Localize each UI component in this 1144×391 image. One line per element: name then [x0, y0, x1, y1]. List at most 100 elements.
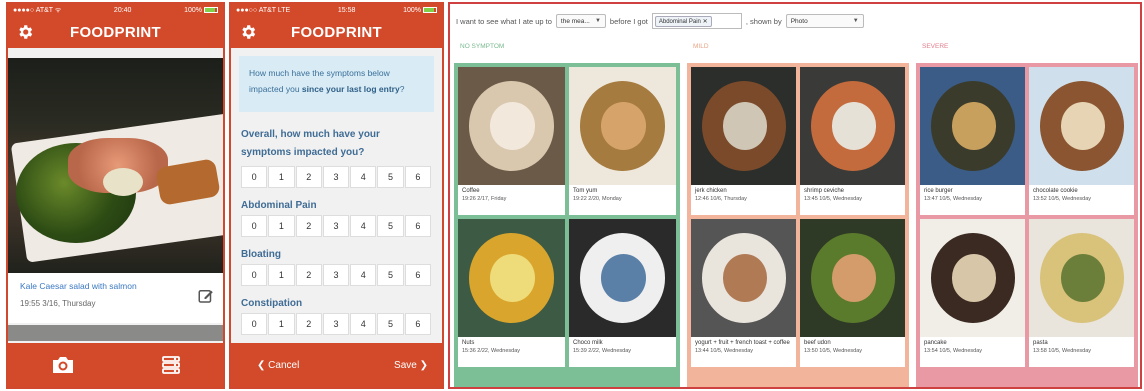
gear-icon[interactable]	[16, 23, 34, 41]
food-time: 13:47 10/5, Wednesday	[924, 196, 982, 202]
scale-option-1[interactable]: 1	[268, 215, 295, 237]
app-title: FOODPRINT	[69, 23, 162, 41]
food-card[interactable]: jerk chicken 12:46 10/6, Thursday	[691, 67, 796, 215]
app-header: FOODPRINT	[231, 16, 442, 48]
food-time: 13:45 10/5, Wednesday	[804, 196, 862, 202]
food-thumbnail[interactable]	[1029, 67, 1134, 185]
entry-name: Kale Caesar salad with salmon	[20, 281, 137, 291]
bottom-actions: ❮ Cancel Save ❯	[231, 343, 442, 387]
food-card[interactable]: pasta 13:58 10/5, Wednesday	[1029, 219, 1134, 367]
food-card[interactable]: chocolate cookie 13:52 10/5, Wednesday	[1029, 67, 1134, 215]
scale-option-6[interactable]: 6	[404, 215, 431, 237]
food-card[interactable]: beef udon 13:50 10/5, Wednesday	[800, 219, 905, 367]
scale-option-3[interactable]: 3	[322, 166, 350, 188]
food-thumbnail[interactable]	[569, 67, 676, 185]
scale-option-5[interactable]: 5	[377, 215, 404, 237]
food-time: 19:26 2/17, Friday	[462, 196, 507, 202]
food-card[interactable]: Coffee 19:26 2/17, Friday	[458, 67, 565, 215]
edit-icon[interactable]	[197, 287, 215, 305]
camera-icon[interactable]	[50, 354, 76, 376]
scale-option-3[interactable]: 3	[322, 313, 350, 335]
constipation-scale: 0123456	[241, 313, 432, 335]
food-thumbnail[interactable]	[569, 219, 676, 337]
food-name: jerk chicken	[695, 188, 727, 194]
scale-option-6[interactable]: 6	[404, 264, 431, 286]
food-name: rice burger	[924, 188, 953, 194]
food-name: shrimp ceviche	[804, 188, 845, 194]
food-caption: chocolate cookie 13:52 10/5, Wednesday	[1029, 185, 1134, 215]
food-time: 13:50 10/5, Wednesday	[804, 348, 862, 354]
scale-option-1[interactable]: 1	[268, 313, 295, 335]
scale-option-0[interactable]: 0	[241, 264, 268, 286]
food-thumbnail[interactable]	[458, 219, 565, 337]
food-name: pasta	[1033, 340, 1048, 346]
status-battery: 100%	[403, 7, 437, 14]
scale-option-2[interactable]: 2	[295, 215, 322, 237]
scale-option-3[interactable]: 3	[322, 264, 350, 286]
close-icon[interactable]: ✕	[703, 19, 708, 25]
food-thumbnail[interactable]	[800, 219, 905, 337]
meal-range-select[interactable]: the mea... ▼	[555, 14, 606, 28]
food-time: 19:22 2/20, Monday	[573, 196, 622, 202]
food-entry-card[interactable]: Kale Caesar salad with salmon 19:55 3/16…	[8, 273, 223, 323]
food-time: 13:44 10/5, Wednesday	[695, 348, 753, 354]
scale-option-5[interactable]: 5	[377, 166, 404, 188]
food-thumbnail[interactable]	[920, 67, 1025, 185]
column-frame: Coffee 19:26 2/17, Friday Tom yum 19:22 2/2…	[454, 63, 680, 387]
scale-option-0[interactable]: 0	[241, 313, 268, 335]
food-time: 12:46 10/6, Thursday	[695, 196, 747, 202]
scale-option-1[interactable]: 1	[268, 166, 295, 188]
food-thumbnail[interactable]	[691, 219, 796, 337]
food-name: pancake	[924, 340, 947, 346]
food-thumbnail[interactable]	[800, 67, 905, 185]
divider-strip	[8, 325, 223, 341]
food-card[interactable]: Tom yum 19:22 2/20, Monday	[569, 67, 676, 215]
filter-text-1: I want to see what I ate up to	[456, 16, 552, 26]
food-name: chocolate cookie	[1033, 188, 1078, 194]
food-card[interactable]: yogurt + fruit + french toast + coffee 13…	[691, 219, 796, 367]
status-battery: 100%	[184, 7, 218, 14]
display-mode-select[interactable]: Photo ▼	[785, 14, 864, 28]
scale-option-4[interactable]: 4	[350, 166, 377, 188]
food-thumbnail[interactable]	[920, 219, 1025, 337]
scale-option-4[interactable]: 4	[350, 264, 377, 286]
question-prompt: How much have the symptoms below impacte…	[239, 56, 434, 112]
column-label: SEVERE	[922, 43, 949, 50]
scale-option-3[interactable]: 3	[322, 215, 350, 237]
save-button[interactable]: Save ❯	[394, 360, 428, 371]
food-card[interactable]: Choco milk 15:39 2/22, Wednesday	[569, 219, 676, 367]
list-icon[interactable]	[161, 355, 181, 375]
question-suffix: ?	[399, 84, 405, 94]
food-card[interactable]: rice burger 13:47 10/5, Wednesday	[920, 67, 1025, 215]
scale-option-0[interactable]: 0	[241, 166, 268, 188]
scale-option-2[interactable]: 2	[295, 264, 322, 286]
filter-sentence: I want to see what I ate up to the mea..…	[450, 4, 1140, 38]
scale-option-4[interactable]: 4	[350, 313, 377, 335]
food-card[interactable]: Nuts 15:36 2/22, Wednesday	[458, 219, 565, 367]
food-thumbnail[interactable]	[691, 67, 796, 185]
chevron-right-icon: ❯	[416, 359, 428, 371]
food-photo[interactable]	[8, 58, 223, 273]
food-thumbnail[interactable]	[458, 67, 565, 185]
food-time: 15:39 2/22, Wednesday	[573, 348, 631, 354]
gear-icon[interactable]	[239, 23, 257, 41]
symptom-chip-input[interactable]: Abdominal Pain ✕	[651, 13, 742, 29]
scale-option-6[interactable]: 6	[404, 166, 431, 188]
scale-option-2[interactable]: 2	[295, 166, 322, 188]
scale-option-1[interactable]: 1	[268, 264, 295, 286]
scale-option-0[interactable]: 0	[241, 215, 268, 237]
column-frame: jerk chicken 12:46 10/6, Thursday shrimp c…	[687, 63, 909, 387]
cancel-button[interactable]: ❮ Cancel	[257, 360, 299, 371]
scale-option-5[interactable]: 5	[377, 313, 404, 335]
symptom-chip[interactable]: Abdominal Pain ✕	[654, 15, 712, 27]
food-grid: jerk chicken 12:46 10/6, Thursday shrimp c…	[691, 67, 905, 367]
food-caption: Tom yum 19:22 2/20, Monday	[569, 185, 676, 215]
food-thumbnail[interactable]	[1029, 219, 1134, 337]
scale-option-5[interactable]: 5	[377, 264, 404, 286]
scale-option-2[interactable]: 2	[295, 313, 322, 335]
food-time: 13:54 10/5, Wednesday	[924, 348, 982, 354]
food-card[interactable]: pancake 13:54 10/5, Wednesday	[920, 219, 1025, 367]
food-card[interactable]: shrimp ceviche 13:45 10/5, Wednesday	[800, 67, 905, 215]
scale-option-6[interactable]: 6	[404, 313, 431, 335]
scale-option-4[interactable]: 4	[350, 215, 377, 237]
